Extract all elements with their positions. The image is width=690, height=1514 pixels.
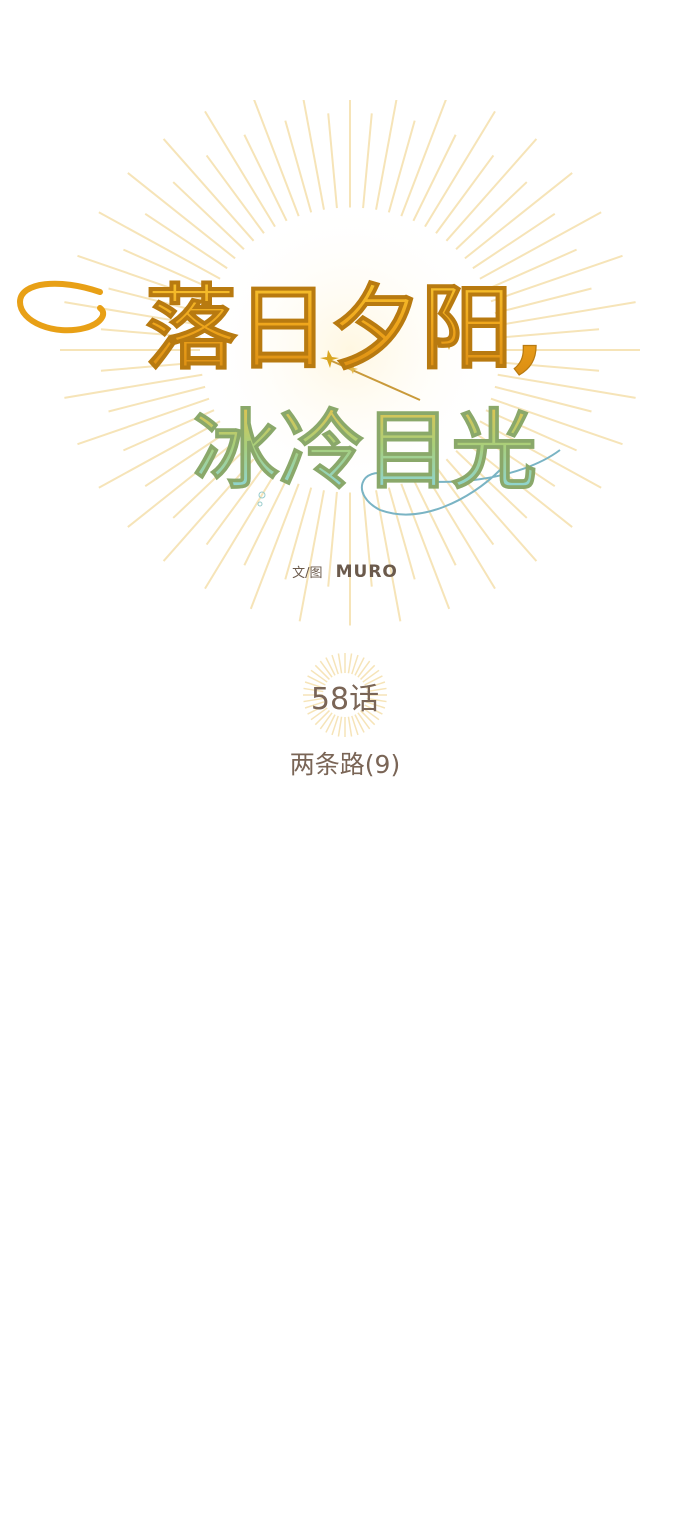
episode-badge: 58话 [285,650,405,740]
episode-sunburst-ray [337,716,343,737]
episode-sunburst-ray [347,716,353,737]
sunburst-ray [412,134,457,222]
sunburst-ray [464,172,573,260]
title-logo: 落日夕阳, 冰冷目光 [16,74,640,626]
bubble-decoration [257,501,263,507]
sunburst-ray [162,138,255,242]
episode-number: 58话 [310,682,380,717]
sunburst-ray [127,172,236,260]
sunburst-ray [327,113,338,209]
author-name: MURO [335,562,398,582]
title-line-1: 落日夕阳, [145,274,545,382]
author-credit: 文/图 MURO [0,562,690,582]
sunburst-ray [362,113,373,209]
credit-label: 文/图 [292,566,323,581]
sunburst-ray [375,78,402,210]
sunburst-ray [243,134,288,222]
sunburst-ray [387,120,416,213]
sunburst-ray [445,138,538,242]
episode-sunburst-ray [347,653,353,674]
sunburst-ray [284,120,313,213]
sunburst-ray [108,385,206,413]
episode-sunburst-ray [337,653,343,674]
sunburst-ray [298,490,325,622]
sunburst-ray [298,78,325,210]
episode-title: 两条路(9) [289,750,401,779]
title-line-2: 冰冷目光 [193,400,537,501]
cover-title-art: 落日夕阳, 冰冷目光 [0,74,690,640]
